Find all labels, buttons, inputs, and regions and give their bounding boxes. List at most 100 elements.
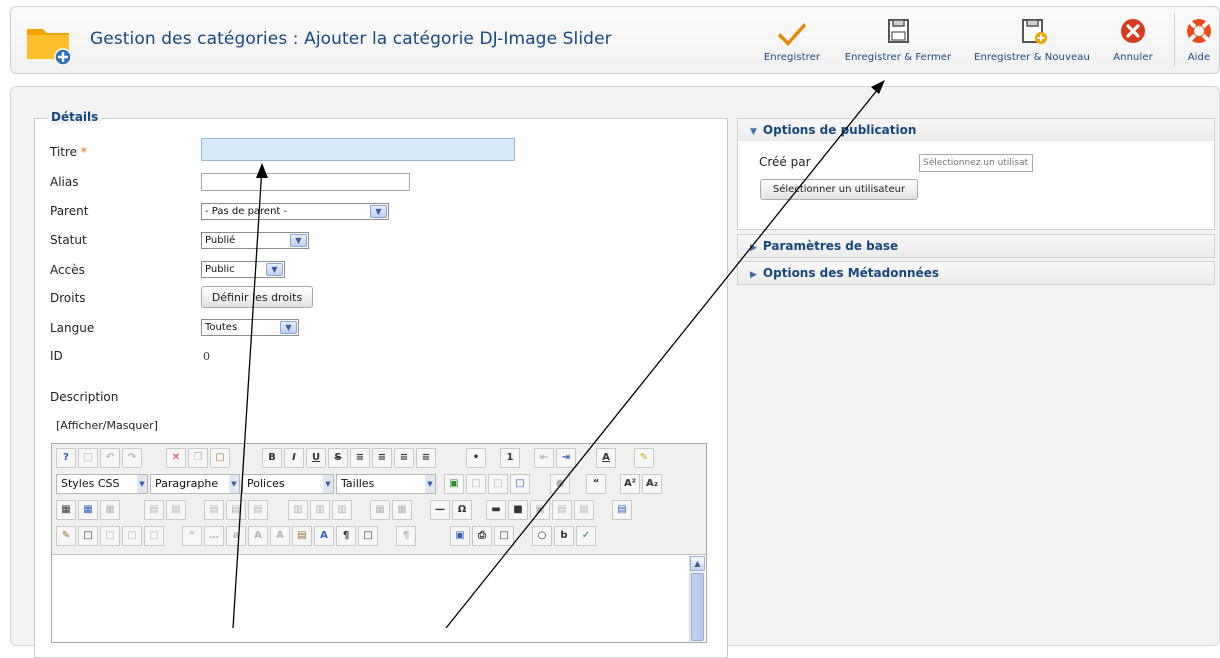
direction-icon[interactable]: ¶: [396, 526, 416, 546]
acronym-icon[interactable]: a: [226, 526, 246, 546]
basic-params-header[interactable]: ▶ Paramètres de base: [738, 235, 1214, 257]
search-icon[interactable]: ○: [532, 526, 552, 546]
fullscreen-icon[interactable]: ▣: [450, 526, 470, 546]
editor-scrollbar[interactable]: ▲: [689, 556, 705, 642]
delete-table-icon[interactable]: ▦: [100, 500, 120, 520]
non-breaking-icon[interactable]: □: [358, 526, 378, 546]
editor-toolbar-row-4: ✎ □ □ □ □ “ … a A A ▤ A ¶ □ ¶ ▣ ⎙ □ ○ b …: [56, 524, 704, 546]
toggle-editor-link[interactable]: [Afficher/Masquer]: [56, 419, 158, 432]
cite-icon[interactable]: “: [182, 526, 202, 546]
table-props-icon[interactable]: ▦: [78, 500, 98, 520]
italic-icon[interactable]: I: [284, 448, 304, 468]
visual-aid-icon[interactable]: ▬: [486, 500, 506, 520]
save-close-button[interactable]: Enregistrer & Fermer: [839, 17, 957, 71]
special-char-icon[interactable]: Ω: [452, 500, 472, 520]
language-select[interactable]: Toutes ▼: [201, 319, 299, 336]
unlink-icon[interactable]: □: [466, 474, 486, 494]
insert-text-icon[interactable]: A: [270, 526, 290, 546]
clean-format-icon[interactable]: ✎: [56, 526, 76, 546]
strikethrough-icon[interactable]: S: [328, 448, 348, 468]
cleanup-icon[interactable]: ●: [550, 474, 570, 494]
text-color-icon[interactable]: A: [596, 448, 616, 468]
link-icon[interactable]: ▤: [552, 500, 572, 520]
select-user-button[interactable]: Sélectionner un utilisateur: [760, 179, 918, 200]
scroll-thumb[interactable]: [691, 573, 704, 641]
chevron-down-icon: ▼: [280, 321, 297, 334]
save-new-button[interactable]: Enregistrer & Nouveau: [969, 17, 1095, 71]
underline-icon[interactable]: U: [306, 448, 326, 468]
subscript-icon[interactable]: A₂: [642, 474, 662, 494]
access-select[interactable]: Public ▼: [201, 261, 285, 278]
undo-icon[interactable]: ↶: [100, 448, 120, 468]
align-left-icon[interactable]: ≡: [372, 448, 392, 468]
bold-icon[interactable]: B: [262, 448, 282, 468]
insert-link-icon[interactable]: ▣: [444, 474, 464, 494]
indent-icon[interactable]: ⇥: [556, 448, 576, 468]
alias-input[interactable]: [201, 173, 410, 191]
row-props-icon[interactable]: ▤: [144, 500, 164, 520]
show-blocks-icon[interactable]: ¶: [336, 526, 356, 546]
styleprops-icon[interactable]: A: [314, 526, 334, 546]
insert-layer-icon[interactable]: □: [144, 526, 164, 546]
metadata-options-header[interactable]: ▶ Options des Métadonnées: [738, 262, 1214, 284]
save-button[interactable]: Enregistrer: [755, 17, 829, 71]
anchor-icon[interactable]: □: [488, 474, 508, 494]
insert-row-after-icon[interactable]: ▤: [226, 500, 246, 520]
insert-col-before-icon[interactable]: ▥: [288, 500, 308, 520]
delete-text-icon[interactable]: A: [248, 526, 268, 546]
parent-select[interactable]: - Pas de parent - ▼: [201, 203, 389, 220]
redo-icon[interactable]: ↷: [122, 448, 142, 468]
superscript-icon[interactable]: A²: [620, 474, 640, 494]
image-icon[interactable]: □: [510, 474, 530, 494]
plugin-icon[interactable]: ▣: [530, 500, 550, 520]
cancel-button[interactable]: Annuler: [1108, 17, 1158, 71]
spellcheck-icon[interactable]: ✓: [576, 526, 596, 546]
bullet-list-icon[interactable]: •: [466, 448, 486, 468]
title-input[interactable]: [201, 138, 515, 161]
copy-icon[interactable]: ❐: [188, 448, 208, 468]
editor-content-area[interactable]: ▲: [52, 554, 706, 642]
scroll-up-icon[interactable]: ▲: [690, 556, 705, 571]
format-combo[interactable]: Paragraphe ▼: [150, 474, 240, 494]
numbered-list-icon[interactable]: 1: [500, 448, 520, 468]
new-document-icon[interactable]: □: [78, 448, 98, 468]
set-rights-button[interactable]: Définir les droits: [201, 286, 313, 308]
floppy-disk-plus-icon: [1022, 19, 1047, 44]
align-justify-icon[interactable]: ≡: [350, 448, 370, 468]
publishing-options-header[interactable]: ▼ Options de publication: [738, 119, 1214, 141]
user-input[interactable]: [919, 154, 1033, 172]
preview-icon[interactable]: ▤: [612, 500, 632, 520]
delete-col-icon[interactable]: ▥: [332, 500, 352, 520]
align-center-icon[interactable]: ≡: [394, 448, 414, 468]
split-cells-icon[interactable]: ▦: [370, 500, 390, 520]
fonts-combo[interactable]: Polices ▼: [242, 474, 334, 494]
help-icon[interactable]: ?: [56, 448, 76, 468]
horizontal-rule-icon[interactable]: —: [430, 500, 450, 520]
styles-combo[interactable]: Styles CSS ▼: [56, 474, 148, 494]
paste-icon[interactable]: ▢: [210, 448, 230, 468]
html-source-icon[interactable]: □: [78, 526, 98, 546]
insert-col-after-icon[interactable]: ▥: [310, 500, 330, 520]
insert-time-icon[interactable]: □: [122, 526, 142, 546]
delete-row-icon[interactable]: ▤: [248, 500, 268, 520]
status-select[interactable]: Publié ▼: [201, 232, 309, 249]
replace-icon[interactable]: b: [554, 526, 574, 546]
print-icon[interactable]: ⎙: [472, 526, 492, 546]
abbr-icon[interactable]: …: [204, 526, 224, 546]
outdent-icon[interactable]: ⇤: [534, 448, 554, 468]
merge-cells-icon[interactable]: ▦: [392, 500, 412, 520]
cut-icon[interactable]: ✕: [166, 448, 186, 468]
align-right-icon[interactable]: ≡: [416, 448, 436, 468]
template-icon[interactable]: ▤: [574, 500, 594, 520]
blockquote-icon[interactable]: “: [586, 474, 606, 494]
media-icon[interactable]: ■: [508, 500, 528, 520]
insert-date-icon[interactable]: □: [100, 526, 120, 546]
table-icon[interactable]: ▦: [56, 500, 76, 520]
insert-row-before-icon[interactable]: ▤: [204, 500, 224, 520]
help-button[interactable]: Aide: [1181, 17, 1217, 71]
cell-props-icon[interactable]: ▤: [166, 500, 186, 520]
save-doc-icon[interactable]: □: [494, 526, 514, 546]
highlight-color-icon[interactable]: ✎: [634, 448, 654, 468]
attributes-icon[interactable]: ▤: [292, 526, 312, 546]
sizes-combo[interactable]: Tailles ▼: [336, 474, 436, 494]
